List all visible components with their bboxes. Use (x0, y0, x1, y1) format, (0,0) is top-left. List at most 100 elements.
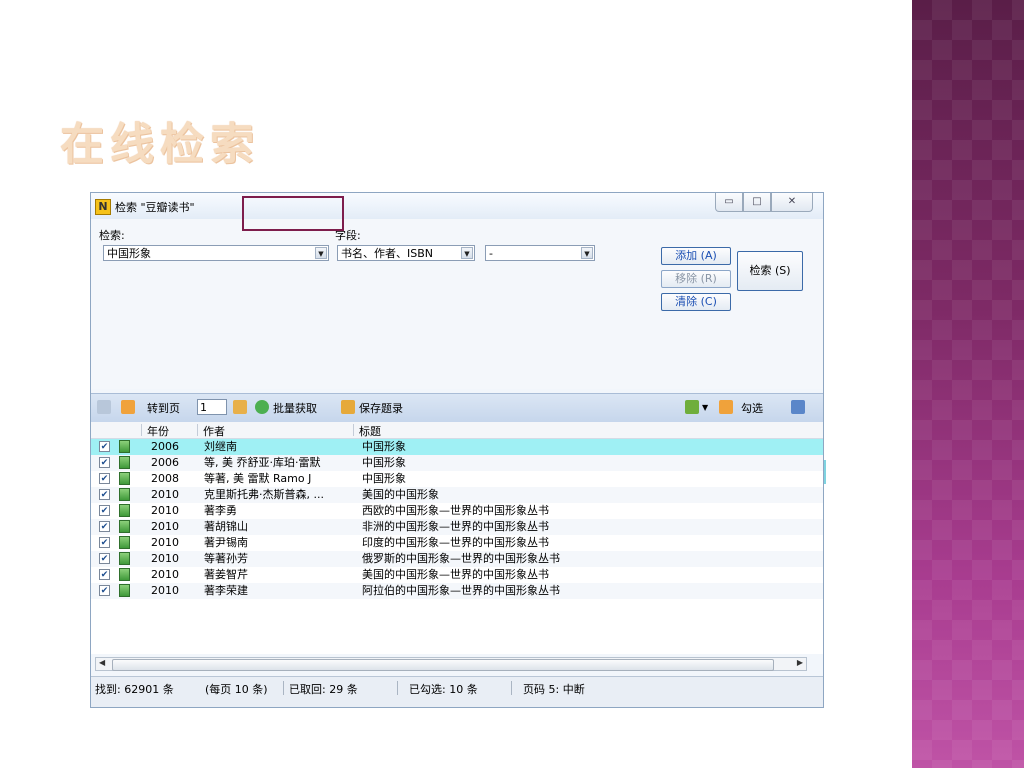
cell-year: 2010 (151, 584, 179, 597)
table-row[interactable]: ✔ 2006 刘继南 中国形象 (91, 439, 823, 455)
search-input-value: 中国形象 (107, 247, 151, 260)
row-checkbox[interactable]: ✔ (99, 441, 110, 452)
app-n-icon: N (95, 199, 111, 215)
cell-title: 美国的中国形象—世界的中国形象丛书 (362, 568, 549, 581)
status-checked: 已勾选: 10 条 (409, 683, 478, 696)
minimize-icon[interactable]: ▭ (715, 193, 743, 212)
status-separator (511, 681, 512, 695)
cell-year: 2010 (151, 504, 179, 517)
check-icon[interactable] (719, 400, 733, 414)
scroll-thumb[interactable] (112, 659, 774, 671)
title-bar: N 检索 "豆瓣读书" ▭ □ ✕ (91, 193, 823, 219)
save-record-button[interactable]: 保存题录 (359, 400, 403, 416)
row-checkbox[interactable]: ✔ (99, 473, 110, 484)
book-icon (119, 440, 130, 453)
table-row[interactable]: ✔ 2008 等著, 美 雷默 Ramo J 中国形象 (91, 471, 823, 487)
clear-check-icon[interactable] (791, 400, 805, 414)
cell-title: 中国形象 (362, 472, 406, 485)
table-row[interactable]: ✔ 2010 著胡锦山 非洲的中国形象—世界的中国形象丛书 (91, 519, 823, 535)
tools-icon[interactable] (685, 400, 699, 414)
remove-button[interactable]: 移除 (R) (661, 270, 731, 288)
cell-year: 2008 (151, 472, 179, 485)
clear-button[interactable]: 清除 (C) (661, 293, 731, 311)
prev-page-icon[interactable] (97, 400, 111, 414)
book-icon (119, 488, 130, 501)
cell-author: 著胡锦山 (204, 520, 248, 533)
goto-page-label[interactable]: 转到页 (147, 400, 180, 416)
next-page-icon[interactable] (121, 400, 135, 414)
window-title: 检索 "豆瓣读书" (115, 201, 195, 214)
status-bar: 找到: 62901 条 (每页 10 条) 已取回: 29 条 已勾选: 10 … (91, 676, 823, 707)
row-checkbox[interactable]: ✔ (99, 537, 110, 548)
table-row[interactable]: ✔ 2010 等著孙芳 俄罗斯的中国形象—世界的中国形象丛书 (91, 551, 823, 567)
column-author[interactable]: 作者 (203, 423, 225, 439)
cell-author: 刘继南 (204, 440, 237, 453)
cell-author: 等著, 美 雷默 Ramo J (204, 472, 312, 485)
cell-title: 中国形象 (362, 456, 406, 469)
cell-title: 西欧的中国形象—世界的中国形象丛书 (362, 504, 549, 517)
table-row[interactable]: ✔ 2010 著李勇 西欧的中国形象—世界的中国形象丛书 (91, 503, 823, 519)
horizontal-scrollbar[interactable]: ◀ ▶ (95, 657, 807, 671)
page-number-input[interactable]: 1 (197, 399, 227, 415)
search-label: 检索: (99, 229, 125, 242)
results-table: 年份 作者 标题 ✔ 2006 刘继南 中国形象 ✔ 2006 等, 美 乔舒亚·库珀·雷默… (91, 422, 823, 654)
table-row[interactable]: ✔ 2010 著姜智芹 美国的中国形象—世界的中国形象丛书 (91, 567, 823, 583)
chevron-down-icon[interactable]: ▼ (461, 247, 473, 259)
book-icon (119, 568, 130, 581)
table-row[interactable]: ✔ 2010 著李荣建 阿拉伯的中国形象—世界的中国形象丛书 (91, 583, 823, 599)
row-checkbox[interactable]: ✔ (99, 521, 110, 532)
column-year[interactable]: 年份 (147, 423, 169, 439)
add-button[interactable]: 添加 (A) (661, 247, 731, 265)
cell-title: 美国的中国形象 (362, 488, 439, 501)
cell-title: 俄罗斯的中国形象—世界的中国形象丛书 (362, 552, 560, 565)
table-row[interactable]: ✔ 2010 克里斯托弗·杰斯普森, ... 美国的中国形象 (91, 487, 823, 503)
column-separator (197, 424, 198, 436)
book-icon (119, 456, 130, 469)
dropdown-icon[interactable]: ▼ (702, 403, 708, 412)
cell-title: 中国形象 (362, 440, 406, 453)
row-checkbox[interactable]: ✔ (99, 505, 110, 516)
cell-author: 著李荣建 (204, 584, 248, 597)
table-header: 年份 作者 标题 (91, 422, 823, 439)
cell-year: 2006 (151, 456, 179, 469)
scroll-right-icon[interactable]: ▶ (797, 658, 803, 667)
row-checkbox[interactable]: ✔ (99, 553, 110, 564)
operator-select[interactable]: - ▼ (485, 245, 595, 261)
book-icon (119, 584, 130, 597)
chevron-down-icon[interactable]: ▼ (315, 247, 327, 259)
status-per-page: (每页 10 条) (205, 683, 268, 696)
cell-title: 阿拉伯的中国形象—世界的中国形象丛书 (362, 584, 560, 597)
book-icon (119, 504, 130, 517)
goto-icon[interactable] (233, 400, 247, 414)
table-row[interactable]: ✔ 2006 等, 美 乔舒亚·库珀·雷默 中国形象 (91, 455, 823, 471)
cell-author: 等, 美 乔舒亚·库珀·雷默 (204, 456, 321, 469)
row-checkbox[interactable]: ✔ (99, 457, 110, 468)
column-title[interactable]: 标题 (359, 423, 381, 439)
row-checkbox[interactable]: ✔ (99, 569, 110, 580)
search-button[interactable]: 检索 (S) (737, 251, 803, 291)
cell-author: 等著孙芳 (204, 552, 248, 565)
chevron-down-icon[interactable]: ▼ (581, 247, 593, 259)
field-select[interactable]: 书名、作者、ISBN ▼ (337, 245, 475, 261)
cell-year: 2010 (151, 488, 179, 501)
maximize-icon[interactable]: □ (743, 193, 771, 212)
save-record-icon[interactable] (341, 400, 355, 414)
check-button[interactable]: 勾选 (741, 400, 763, 416)
status-separator (397, 681, 398, 695)
search-form: 检索: 中国形象 ▼ 字段: 书名、作者、ISBN ▼ - ▼ 添加 (A) 移… (91, 219, 823, 389)
column-separator (141, 424, 142, 436)
close-icon[interactable]: ✕ (771, 193, 813, 212)
cell-year: 2010 (151, 536, 179, 549)
operator-select-value: - (489, 247, 493, 260)
book-icon (119, 536, 130, 549)
table-row[interactable]: ✔ 2010 著尹锡南 印度的中国形象—世界的中国形象丛书 (91, 535, 823, 551)
batch-fetch-icon[interactable] (255, 400, 269, 414)
highlight-save-record (242, 196, 344, 231)
cell-author: 著姜智芹 (204, 568, 248, 581)
column-separator (353, 424, 354, 436)
search-input[interactable]: 中国形象 ▼ (103, 245, 329, 261)
scroll-left-icon[interactable]: ◀ (99, 658, 105, 667)
row-checkbox[interactable]: ✔ (99, 585, 110, 596)
batch-fetch-button[interactable]: 批量获取 (273, 400, 317, 416)
row-checkbox[interactable]: ✔ (99, 489, 110, 500)
